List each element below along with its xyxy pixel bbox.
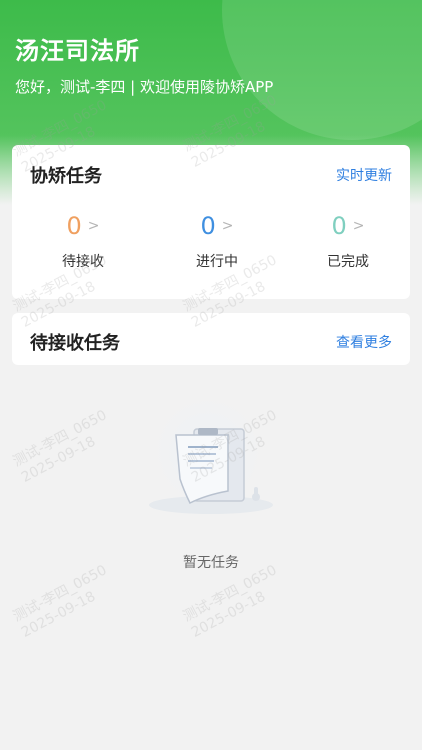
chevron-right-icon: > bbox=[221, 218, 234, 234]
org-title: 汤汪司法所 bbox=[15, 37, 140, 65]
clipboard-document-icon bbox=[149, 399, 273, 515]
empty-state: 暂无任务 bbox=[0, 395, 422, 585]
greeting-text: 您好，测试-李四 | 欢迎使用陵协矫APP bbox=[15, 78, 274, 96]
task-card: 协矫任务 实时更新 0 > 待接收 0 > 进行中 0 > 已完成 bbox=[12, 145, 410, 299]
realtime-update-link[interactable]: 实时更新 bbox=[336, 165, 392, 185]
stat-in-progress[interactable]: 0 > 进行中 bbox=[157, 209, 277, 279]
header-decoration bbox=[222, 0, 422, 140]
stat-pending[interactable]: 0 > 待接收 bbox=[23, 209, 143, 279]
stat-in-progress-label: 进行中 bbox=[196, 254, 238, 270]
stat-in-progress-count: 0 bbox=[200, 212, 216, 240]
pending-tasks-title: 待接收任务 bbox=[30, 333, 120, 354]
task-stats: 0 > 待接收 0 > 进行中 0 > 已完成 bbox=[12, 209, 410, 279]
app-screen: 汤汪司法所 您好，测试-李四 | 欢迎使用陵协矫APP 协矫任务 实时更新 0 >… bbox=[0, 0, 422, 750]
task-card-header: 协矫任务 实时更新 bbox=[12, 145, 410, 203]
stat-pending-label: 待接收 bbox=[62, 254, 104, 270]
stat-completed-label: 已完成 bbox=[327, 254, 369, 270]
empty-state-text: 暂无任务 bbox=[183, 555, 239, 571]
task-card-title: 协矫任务 bbox=[30, 166, 102, 187]
chevron-right-icon: > bbox=[87, 218, 100, 234]
stat-completed[interactable]: 0 > 已完成 bbox=[288, 209, 408, 279]
view-more-link[interactable]: 查看更多 bbox=[336, 332, 392, 352]
stat-completed-count: 0 bbox=[331, 212, 347, 240]
pending-tasks-card: 待接收任务 查看更多 bbox=[12, 313, 410, 365]
stat-pending-count: 0 bbox=[66, 212, 82, 240]
chevron-right-icon: > bbox=[352, 218, 365, 234]
